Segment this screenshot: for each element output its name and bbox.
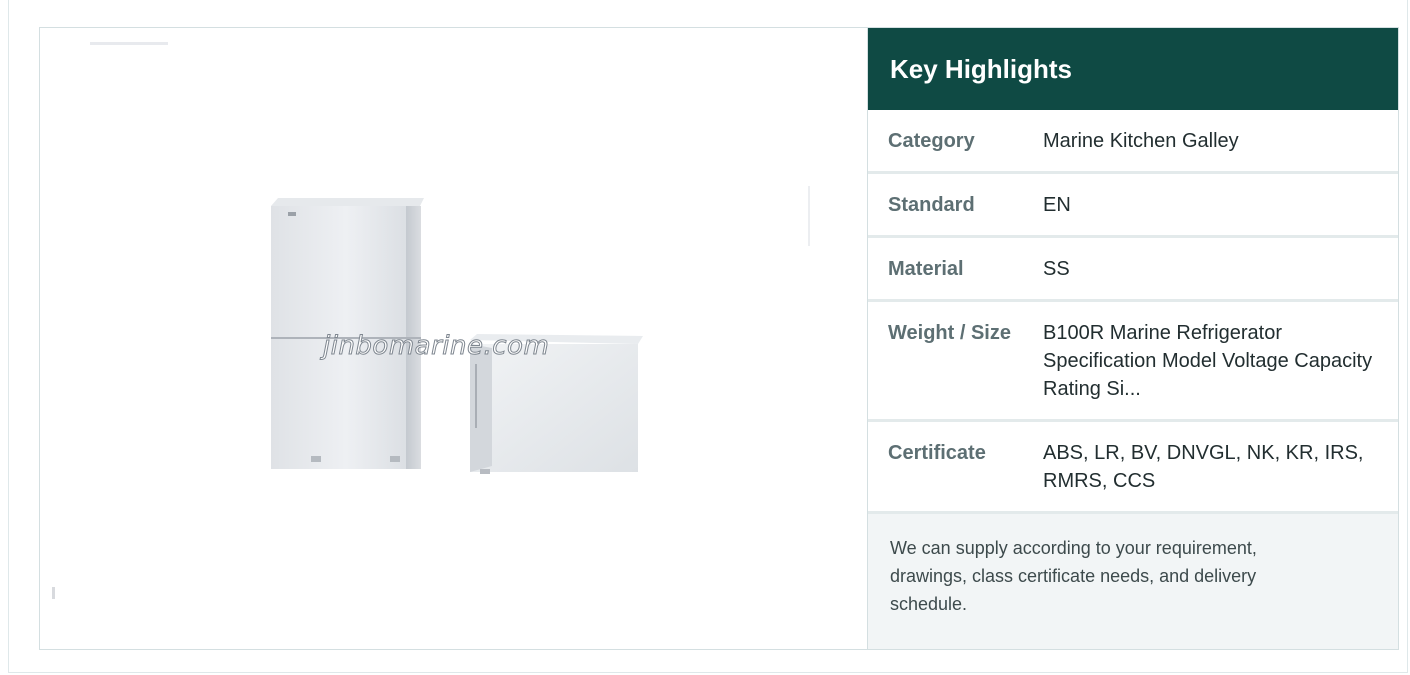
spec-label: Material: [888, 258, 964, 280]
spec-row-category: Category Marine Kitchen Galley: [868, 110, 1398, 173]
highlights-title: Key Highlights: [868, 28, 1398, 110]
spec-label: Certificate: [888, 442, 986, 464]
image-artifact: [90, 42, 168, 45]
spec-value: EN: [1043, 194, 1071, 216]
spec-value: B100R Marine Refrigerator Specification …: [1043, 322, 1373, 400]
spec-row-standard: Standard EN: [868, 173, 1398, 237]
spec-label: Weight / Size: [888, 322, 1011, 344]
spec-value: SS: [1043, 258, 1070, 280]
spec-value: Marine Kitchen Galley: [1043, 130, 1239, 152]
product-image-panel: jinbomarine.com: [40, 28, 868, 649]
product-card: jinbomarine.com Key Highlights Category …: [39, 27, 1399, 650]
page-frame: jinbomarine.com Key Highlights Category …: [8, 0, 1408, 673]
spec-row-weight-size: Weight / Size B100R Marine Refrigerator …: [868, 301, 1398, 421]
image-artifact: [52, 587, 55, 599]
spec-row-material: Material SS: [868, 237, 1398, 301]
product-image[interactable]: jinbomarine.com: [40, 28, 868, 649]
spec-label: Category: [888, 130, 975, 152]
spec-row-certificate: Certificate ABS, LR, BV, DNVGL, NK, KR, …: [868, 421, 1398, 513]
watermark-text: jinbomarine.com: [320, 331, 549, 361]
spec-label: Standard: [888, 194, 975, 216]
supply-note: We can supply according to your requirem…: [868, 514, 1398, 649]
spec-table: Category Marine Kitchen Galley Standard …: [868, 110, 1398, 514]
image-artifact: [808, 186, 810, 246]
key-highlights-panel: Key Highlights Category Marine Kitchen G…: [868, 28, 1398, 649]
spec-value: ABS, LR, BV, DNVGL, NK, KR, IRS, RMRS, C…: [1043, 442, 1364, 492]
